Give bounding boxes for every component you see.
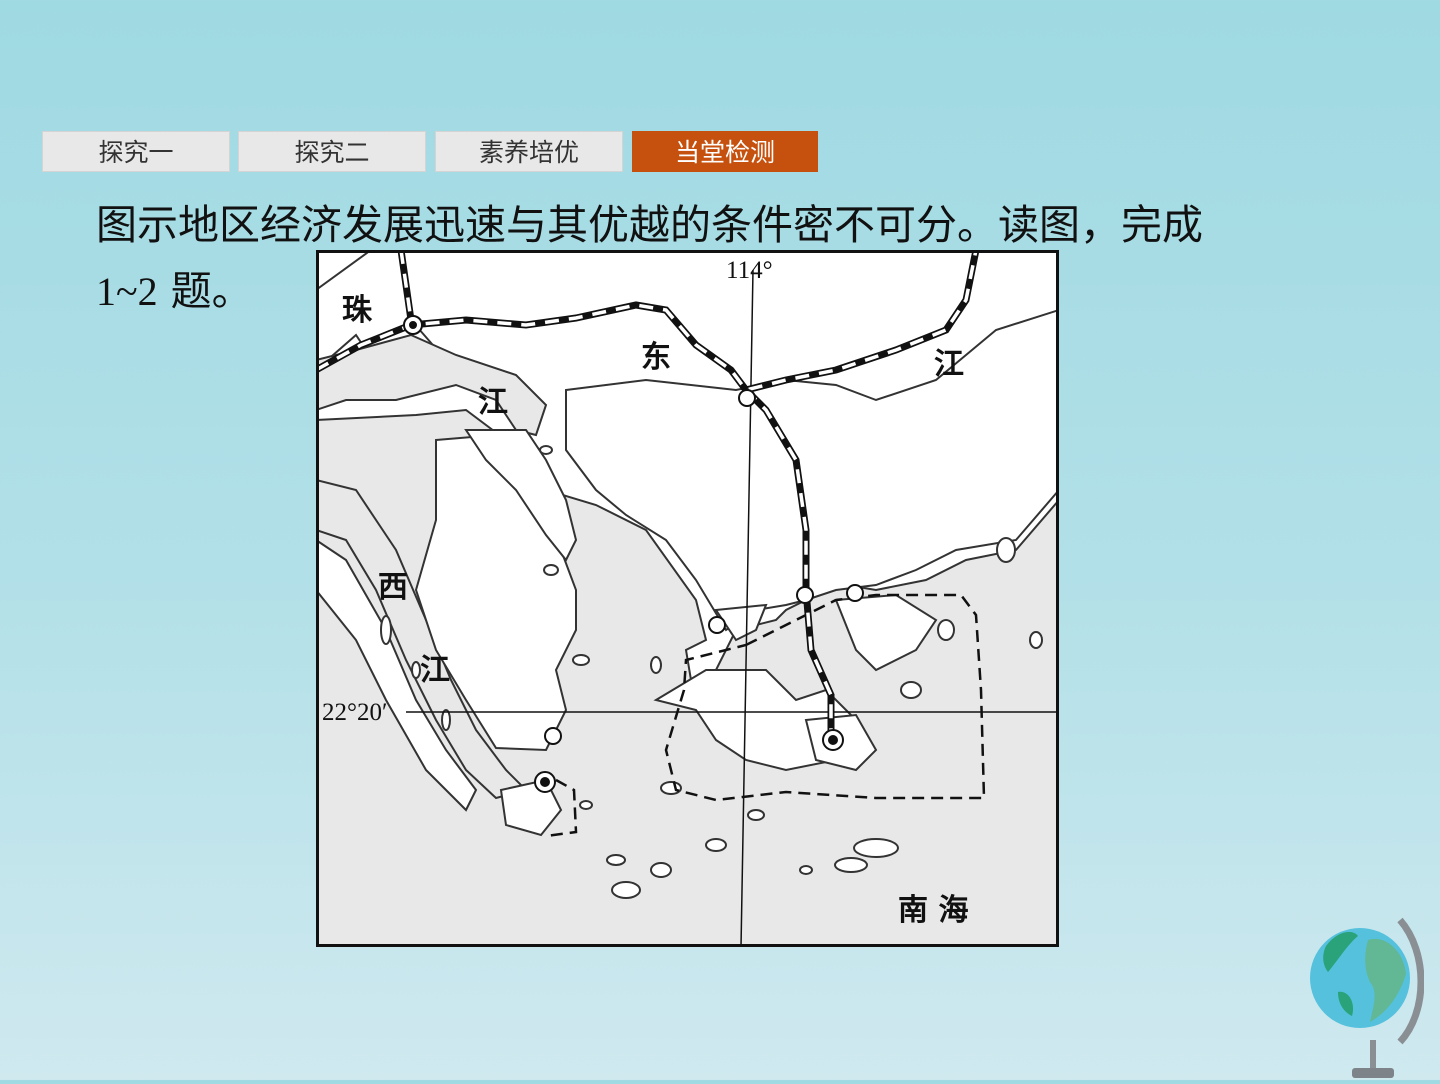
nav-tabs: 探究一 探究二 素养培优 当堂检测 [42, 131, 818, 172]
question-range: 1~2 [96, 269, 158, 314]
globe-icon [1308, 912, 1425, 1080]
region-map: 珠 东 江 江 西 江 南 海 114° 22°20′ [316, 250, 1059, 947]
latitude-label: 22°20′ [322, 699, 387, 726]
tab-explore-2[interactable]: 探究二 [238, 131, 426, 172]
label-jiang-east: 江 [934, 347, 964, 382]
question-text: 图示地区经济发展迅速与其优越的条件密不可分。读图，完成 [96, 201, 1203, 249]
tab-class-test[interactable]: 当堂检测 [632, 131, 818, 172]
tab-explore-1[interactable]: 探究一 [42, 131, 230, 172]
label-jiang-pearl: 江 [478, 385, 508, 420]
tab-literacy[interactable]: 素养培优 [435, 131, 623, 172]
longitude-label: 114° [726, 257, 773, 284]
label-jiang-west: 江 [420, 653, 450, 688]
label-zhu: 珠 [342, 293, 373, 328]
label-dong: 东 [641, 340, 671, 375]
label-xi: 西 [378, 570, 408, 605]
label-nanhai: 南 海 [898, 893, 968, 928]
question-suffix: 题。 [157, 267, 253, 315]
question-text-line2: 1~2 题。 [96, 262, 253, 321]
